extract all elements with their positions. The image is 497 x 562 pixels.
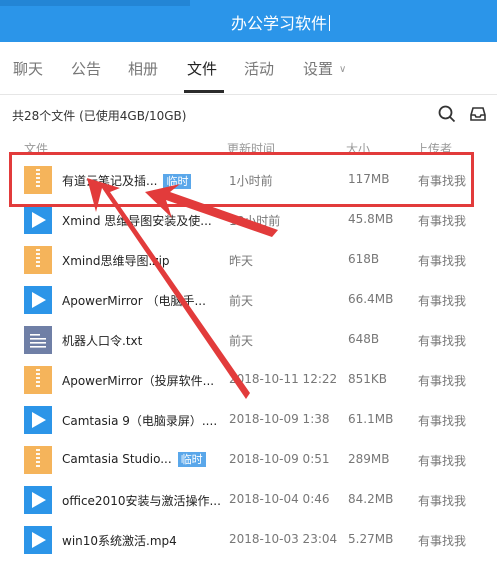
file-time: 前天 xyxy=(229,294,254,308)
file-time: 2018-10-09 1:38 xyxy=(229,412,330,426)
tab-settings-label: 设置 xyxy=(303,60,334,78)
file-uploader[interactable]: 有事找我 xyxy=(418,292,466,309)
file-row[interactable]: office2010安装与激活操作... 2018-10-04 0:46 84.… xyxy=(0,480,497,520)
tab-activities[interactable]: 活动 xyxy=(244,58,274,79)
file-size: 5.27MB xyxy=(348,532,394,546)
file-time: 2018-10-09 0:51 xyxy=(229,452,330,466)
file-time: 2018-10-03 23:04 xyxy=(229,532,338,546)
file-size: 289MB xyxy=(348,452,390,466)
highlight-box xyxy=(9,152,474,207)
zip-icon xyxy=(24,246,52,274)
file-name: Xmind思维导图.zip xyxy=(62,254,170,268)
file-name: Xmind 思维导图安装及使... xyxy=(62,214,212,228)
file-size: 648B xyxy=(348,332,380,346)
file-uploader[interactable]: 有事找我 xyxy=(418,492,466,509)
zip-icon xyxy=(24,446,52,474)
file-row[interactable]: Camtasia 9（电脑录屏）.... 2018-10-09 1:38 61.… xyxy=(0,400,497,440)
active-tab-indicator xyxy=(184,90,224,93)
file-size: 66.4MB xyxy=(348,292,394,306)
chevron-down-icon: ∨ xyxy=(339,64,347,75)
zip-icon xyxy=(24,366,52,394)
file-uploader[interactable]: 有事找我 xyxy=(418,212,466,229)
file-uploader[interactable]: 有事找我 xyxy=(418,532,466,549)
file-row[interactable]: Camtasia Studio... 临时 2018-10-09 0:51 289… xyxy=(0,440,497,480)
file-uploader[interactable]: 有事找我 xyxy=(418,252,466,269)
file-name: Camtasia Studio... 临时 xyxy=(62,452,206,467)
file-uploader[interactable]: 有事找我 xyxy=(418,412,466,429)
tab-bar: 聊天 公告 相册 文件 活动 设置 ∨ xyxy=(0,42,497,95)
file-row[interactable]: ApowerMirror（投屏软件... 2018-10-11 12:22 85… xyxy=(0,360,497,400)
file-row[interactable]: 机器人口令.txt 前天 648B 有事找我 xyxy=(0,320,497,360)
title-bar: 办公学习软件 xyxy=(0,0,497,42)
tab-announcements[interactable]: 公告 xyxy=(71,58,101,79)
file-uploader[interactable]: 有事找我 xyxy=(418,372,466,389)
file-row[interactable]: win10系统激活.mp4 2018-10-03 23:04 5.27MB 有事… xyxy=(0,520,497,560)
text-file-icon xyxy=(24,326,52,354)
tab-chat[interactable]: 聊天 xyxy=(13,58,43,79)
video-icon xyxy=(24,286,52,314)
file-summary: 共28个文件 (已使用4GB/10GB) xyxy=(12,109,187,123)
file-time: 18小时前 xyxy=(229,214,281,228)
file-name: Camtasia 9（电脑录屏）.... xyxy=(62,414,218,428)
file-size: 618B xyxy=(348,252,380,266)
file-uploader[interactable]: 有事找我 xyxy=(418,332,466,349)
video-icon xyxy=(24,486,52,514)
file-time: 2018-10-04 0:46 xyxy=(229,492,330,506)
window-title: 办公学习软件 xyxy=(0,10,497,34)
file-size: 61.1MB xyxy=(348,412,394,426)
file-name: win10系统激活.mp4 xyxy=(62,534,177,548)
file-uploader[interactable]: 有事找我 xyxy=(418,452,466,469)
video-icon xyxy=(24,206,52,234)
file-size: 851KB xyxy=(348,372,388,386)
file-time: 前天 xyxy=(229,334,254,348)
video-icon xyxy=(24,526,52,554)
file-size: 45.8MB xyxy=(348,212,394,226)
file-name: 机器人口令.txt xyxy=(62,334,143,348)
title-bar-strip xyxy=(0,0,190,6)
file-row[interactable]: ApowerMirror （电脑手... 前天 66.4MB 有事找我 xyxy=(0,280,497,320)
file-name: ApowerMirror （电脑手... xyxy=(62,294,206,308)
tab-album[interactable]: 相册 xyxy=(128,58,158,79)
file-time: 2018-10-11 12:22 xyxy=(229,372,338,386)
file-name: office2010安装与激活操作... xyxy=(62,494,221,508)
file-name: ApowerMirror（投屏软件... xyxy=(62,374,215,388)
tab-settings[interactable]: 设置 ∨ xyxy=(303,58,346,79)
search-icon[interactable] xyxy=(437,104,457,124)
file-row[interactable]: Xmind思维导图.zip 昨天 618B 有事找我 xyxy=(0,240,497,280)
file-time: 昨天 xyxy=(229,254,254,268)
tab-files[interactable]: 文件 xyxy=(187,58,217,79)
temporary-badge: 临时 xyxy=(177,452,206,467)
inbox-icon[interactable] xyxy=(468,104,488,124)
file-size: 84.2MB xyxy=(348,492,394,506)
video-icon xyxy=(24,406,52,434)
